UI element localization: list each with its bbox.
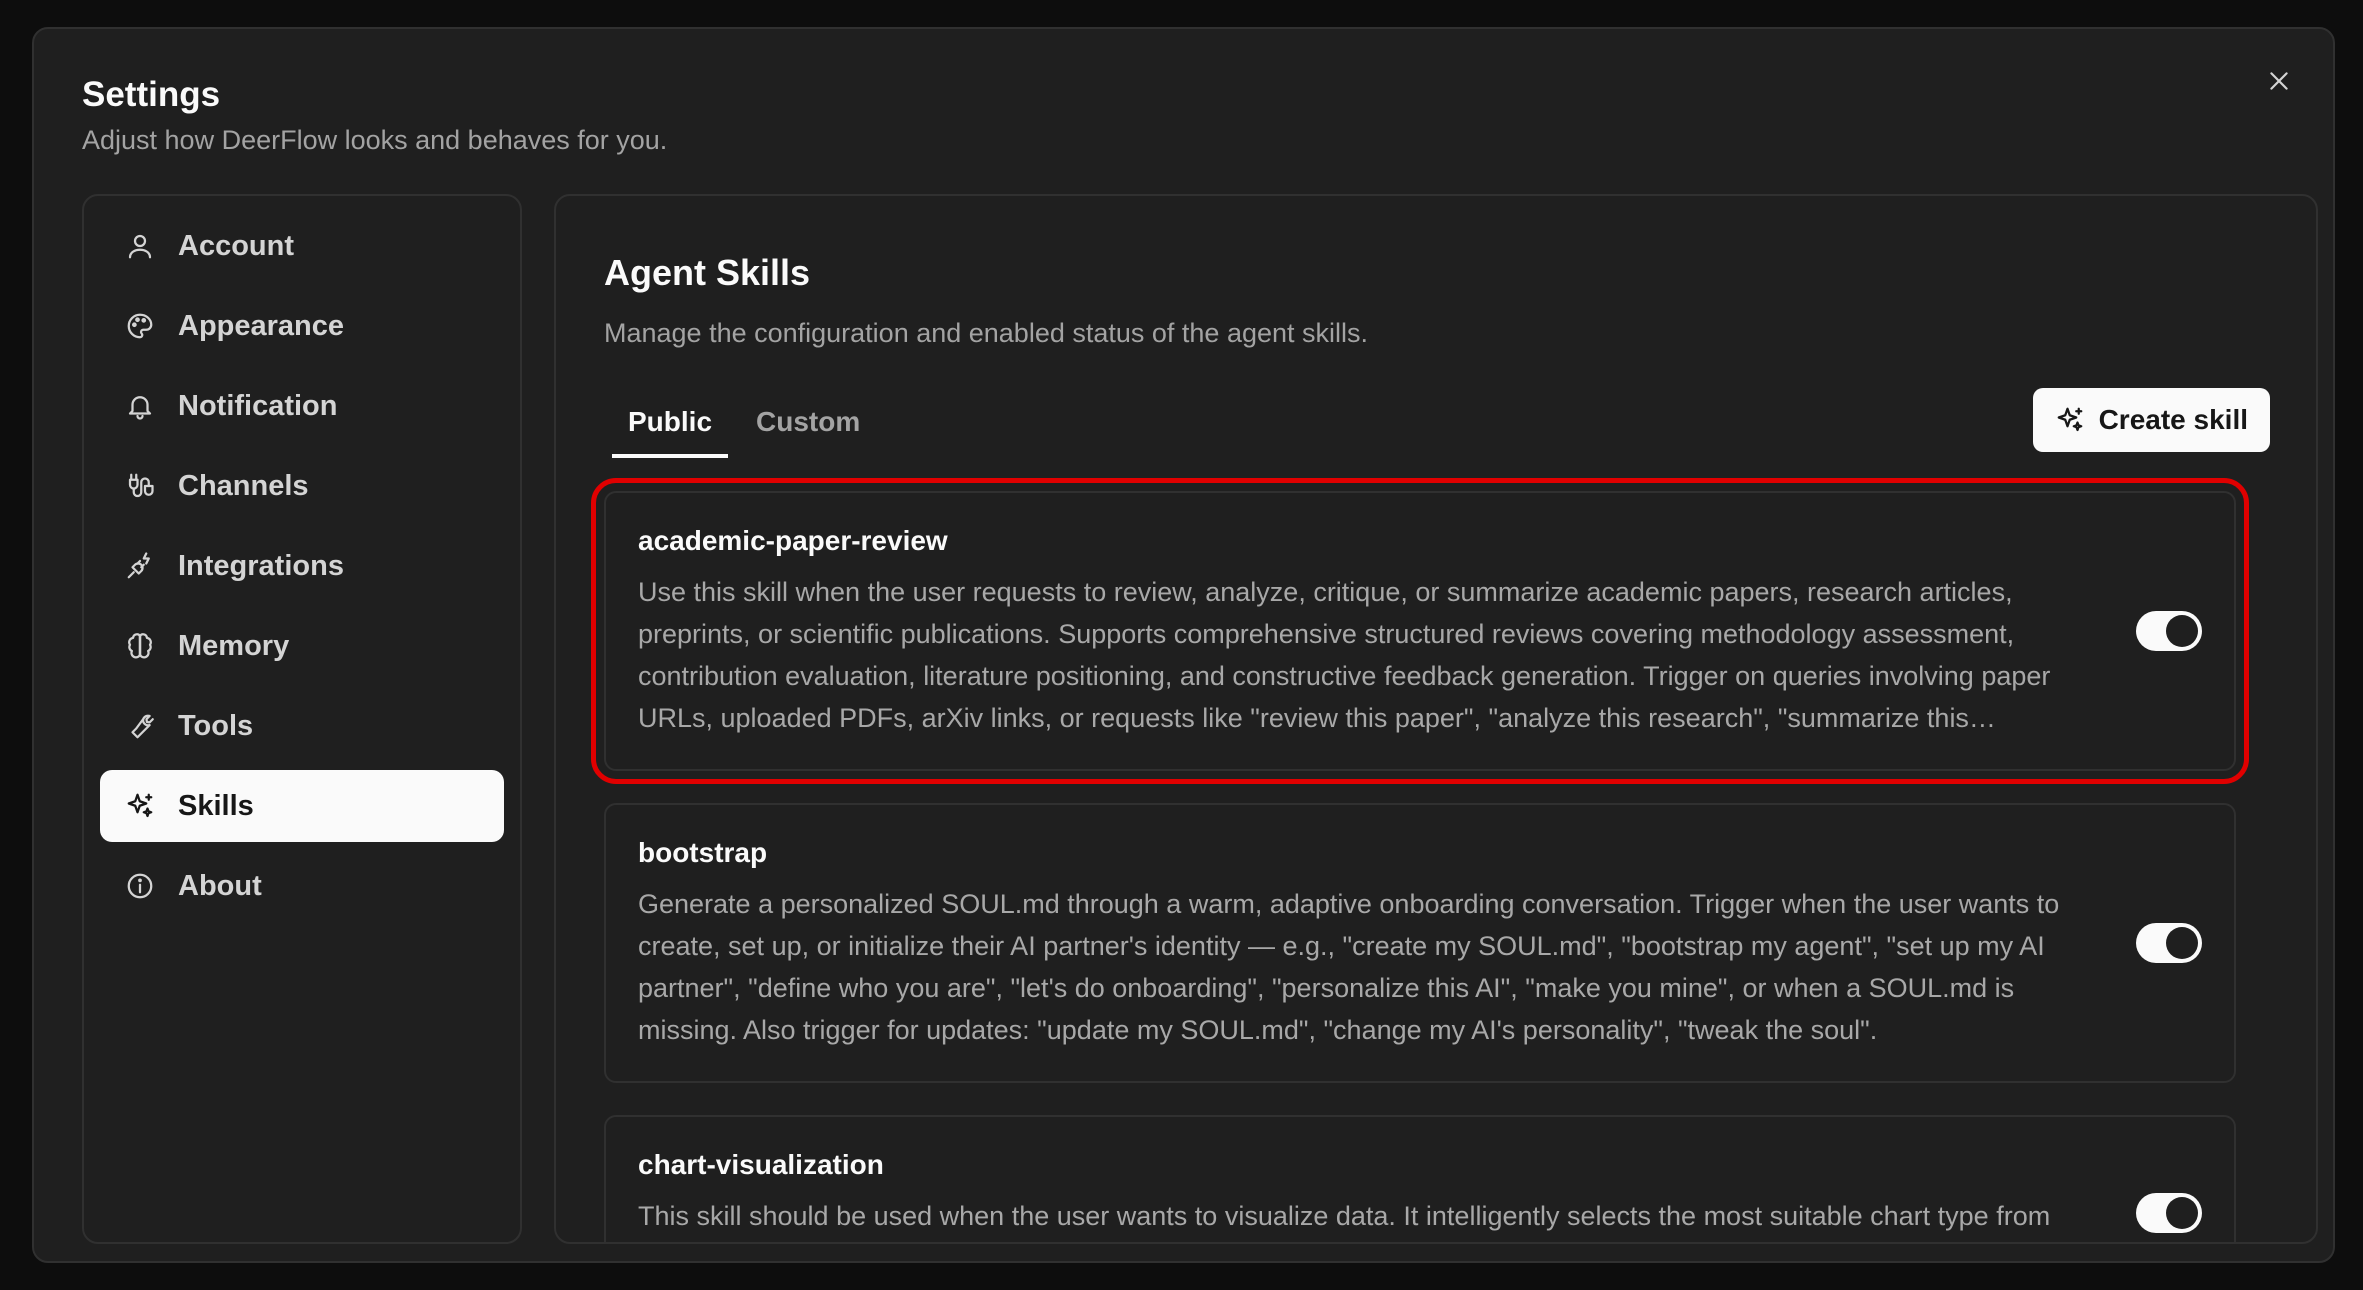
sidebar-item-label: Skills bbox=[178, 789, 254, 822]
sidebar-item-tools[interactable]: Tools bbox=[100, 690, 504, 762]
sidebar-item-account[interactable]: Account bbox=[100, 210, 504, 282]
plug-icon bbox=[122, 468, 158, 504]
skill-description: This skill should be used when the user … bbox=[638, 1201, 2051, 1231]
skill-name: academic-paper-review bbox=[638, 525, 948, 556]
sidebar-item-label: Appearance bbox=[178, 309, 345, 342]
dialog-title: Settings bbox=[82, 75, 221, 114]
toggle-knob bbox=[2166, 927, 2198, 959]
section-description: Manage the configuration and enabled sta… bbox=[604, 318, 1369, 348]
skill-enabled-toggle[interactable] bbox=[2136, 611, 2202, 651]
section-title: Agent Skills bbox=[604, 252, 811, 293]
skill-card-bootstrap: bootstrap Generate a personalized SOUL.m… bbox=[604, 803, 2236, 1083]
skills-list: academic-paper-review Use this skill whe… bbox=[591, 478, 2249, 1242]
skill-enabled-toggle[interactable] bbox=[2136, 923, 2202, 963]
toggle-knob bbox=[2166, 615, 2198, 647]
tab-custom[interactable]: Custom bbox=[740, 396, 876, 458]
settings-dialog: Settings Adjust how DeerFlow looks and b… bbox=[32, 27, 2335, 1263]
close-icon bbox=[2270, 72, 2288, 90]
create-skill-label: Create skill bbox=[2098, 404, 2248, 435]
palette-icon bbox=[122, 308, 158, 344]
sidebar-item-integrations[interactable]: Integrations bbox=[100, 530, 504, 602]
sidebar-item-label: About bbox=[178, 869, 262, 902]
info-icon bbox=[122, 868, 158, 904]
skill-enabled-toggle[interactable] bbox=[2136, 1193, 2202, 1233]
sidebar-item-memory[interactable]: Memory bbox=[100, 610, 504, 682]
skill-description: Generate a personalized SOUL.md through … bbox=[638, 889, 2060, 1045]
brain-icon bbox=[122, 628, 158, 664]
sidebar-item-appearance[interactable]: Appearance bbox=[100, 290, 504, 362]
sidebar-item-label: Tools bbox=[178, 709, 254, 742]
sidebar-item-channels[interactable]: Channels bbox=[100, 450, 504, 522]
skill-name: bootstrap bbox=[638, 837, 768, 868]
sidebar-item-label: Notification bbox=[178, 389, 338, 422]
tab-public[interactable]: Public bbox=[612, 396, 729, 458]
sparkles-icon bbox=[2055, 405, 2085, 435]
skill-description: Use this skill when the user requests to… bbox=[638, 577, 2051, 733]
dialog-subtitle: Adjust how DeerFlow looks and behaves fo… bbox=[82, 125, 668, 155]
sidebar-item-label: Memory bbox=[178, 629, 290, 662]
sidebar-item-skills[interactable]: Skills bbox=[100, 770, 504, 842]
plug-zap-icon bbox=[122, 548, 158, 584]
sidebar-item-label: Channels bbox=[178, 469, 309, 502]
sidebar-item-notification[interactable]: Notification bbox=[100, 370, 504, 442]
skill-card-chart-visualization: chart-visualization This skill should be… bbox=[604, 1115, 2236, 1242]
skills-panel: Agent Skills Manage the configuration an… bbox=[554, 194, 2318, 1244]
sparkles-icon bbox=[122, 788, 158, 824]
sidebar-item-label: Account bbox=[178, 229, 294, 262]
settings-sidebar: Account Appearance Notification Channels… bbox=[82, 194, 522, 1244]
skills-tabs: Public Custom bbox=[612, 396, 888, 458]
sidebar-item-about[interactable]: About bbox=[100, 850, 504, 922]
sidebar-item-label: Integrations bbox=[178, 549, 344, 582]
create-skill-button[interactable]: Create skill bbox=[2032, 388, 2270, 452]
bell-icon bbox=[122, 388, 158, 424]
skill-card-academic-paper-review: academic-paper-review Use this skill whe… bbox=[591, 478, 2249, 784]
toggle-knob bbox=[2166, 1197, 2198, 1229]
wrench-icon bbox=[122, 708, 158, 744]
skill-name: chart-visualization bbox=[638, 1149, 884, 1180]
user-icon bbox=[122, 228, 158, 264]
close-button[interactable] bbox=[2259, 61, 2299, 101]
